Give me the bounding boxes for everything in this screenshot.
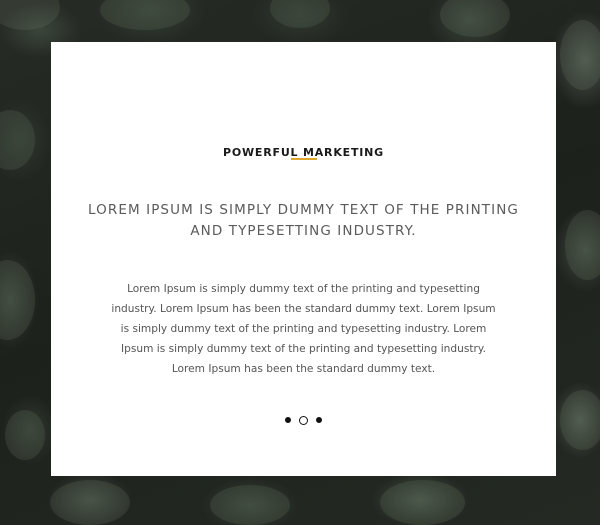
leaf-shape <box>560 20 600 90</box>
slider-pagination <box>51 414 556 426</box>
leaf-shape <box>0 110 35 170</box>
card-body-text: Lorem Ipsum is simply dummy text of the … <box>111 283 496 375</box>
leaf-shape <box>50 480 130 525</box>
leaf-shape <box>100 0 190 30</box>
leaf-shape <box>270 0 330 28</box>
leaf-shape <box>440 0 510 37</box>
slider-dot-1[interactable] <box>285 417 291 423</box>
testimonial-card: POWERFUL MARKETING LOREM IPSUM IS SIMPLY… <box>51 42 556 476</box>
leaf-shape <box>565 210 600 280</box>
leaf-shape <box>5 410 45 460</box>
slider-dot-3[interactable] <box>316 417 322 423</box>
leaf-shape <box>560 390 600 450</box>
leaf-shape <box>380 480 465 525</box>
accent-divider <box>291 158 317 160</box>
card-headline: LOREM IPSUM IS SIMPLY DUMMY TEXT OF THE … <box>88 202 519 239</box>
leaf-shape <box>0 0 60 30</box>
leaf-shape <box>210 485 290 525</box>
slider-dot-2-active[interactable] <box>299 415 308 425</box>
leaf-shape <box>0 260 35 340</box>
